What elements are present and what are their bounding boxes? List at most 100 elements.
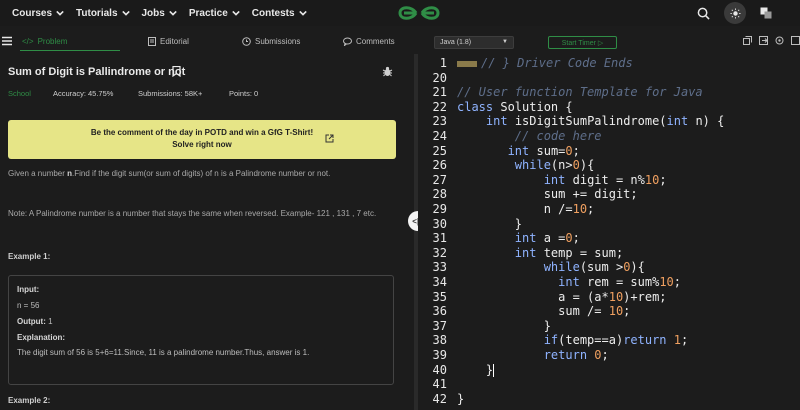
code-text: a = (a*10)+rem; xyxy=(457,289,667,304)
line-number: 1 xyxy=(439,56,447,70)
code-line[interactable]: 20 xyxy=(418,71,800,86)
code-line[interactable]: 31 int a =0; xyxy=(418,231,800,246)
line-number: 29 xyxy=(432,202,447,216)
code-line[interactable]: 36 sum /= 10; xyxy=(418,304,800,319)
tab-label: Comments xyxy=(356,37,395,46)
code-line[interactable]: 35 a = (a*10)+rem; xyxy=(418,290,800,305)
code-text: while(sum >0){ xyxy=(543,260,645,275)
code-text: // User function Template for Java xyxy=(457,85,703,100)
line-number: 36 xyxy=(432,304,447,319)
code-editor[interactable]: 1 // } Driver Code Ends 20 21 // User functi… xyxy=(418,54,800,410)
code-line[interactable]: 38 if(temp==a)return 1; xyxy=(418,333,800,348)
example-1-heading: Example 1: xyxy=(8,252,51,261)
language-select[interactable]: Java (1.8) ▼ xyxy=(434,36,514,49)
code-line[interactable]: 40 } xyxy=(418,363,800,378)
code-text: } xyxy=(457,362,495,377)
bug-report-icon[interactable] xyxy=(382,66,393,77)
code-line[interactable]: 32 int temp = sum; xyxy=(418,246,800,261)
nav-tutorials[interactable]: Tutorials xyxy=(76,8,130,19)
nav-practice[interactable]: Practice xyxy=(189,8,240,19)
fullscreen-icon[interactable] xyxy=(791,36,800,45)
settings-icon[interactable] xyxy=(775,36,784,45)
code-line[interactable]: 25 int sum=0; xyxy=(418,144,800,159)
code-line[interactable]: 34 int rem = sum%10; xyxy=(418,275,800,290)
translate-icon[interactable] xyxy=(760,7,772,19)
code-line[interactable]: 41 xyxy=(418,377,800,392)
code-line[interactable]: 28 sum += digit; xyxy=(418,187,800,202)
explanation-value: The digit sum of 56 is 5+6=11.Since, 11 … xyxy=(17,348,310,357)
play-icon: ▷ xyxy=(597,40,604,47)
code-text: // code here xyxy=(514,129,602,143)
line-number: 31 xyxy=(432,231,447,246)
output-value: 1 xyxy=(48,317,53,326)
code-line[interactable]: 27 int digit = n%10; xyxy=(418,173,800,188)
code-line[interactable]: 1 // } Driver Code Ends xyxy=(418,56,800,71)
editor-toolbar: Java (1.8) ▼ Start Timer ▷ xyxy=(418,30,800,52)
gfg-logo[interactable] xyxy=(396,2,442,24)
code-line[interactable]: 37 } xyxy=(418,319,800,334)
code-line[interactable]: 29 n /=10; xyxy=(418,202,800,217)
start-timer-button[interactable]: Start Timer ▷ xyxy=(548,36,617,49)
nav-label: Practice xyxy=(188,7,228,19)
nav-label: Contests xyxy=(251,7,295,19)
line-number: 37 xyxy=(432,318,447,333)
difficulty-badge: School xyxy=(8,89,31,98)
code-line[interactable]: 21 // User function Template for Java xyxy=(418,85,800,100)
search-icon[interactable] xyxy=(697,7,710,20)
code-text: int a =0; xyxy=(514,231,580,246)
problem-title: Sum of Digit is Pallindrome or not xyxy=(8,66,186,78)
line-number: 24 xyxy=(432,129,447,143)
potd-banner[interactable]: Be the comment of the day in POTD and wi… xyxy=(8,120,396,159)
code-line[interactable]: 22 class Solution { xyxy=(418,100,800,115)
line-number: 25 xyxy=(432,143,447,158)
tab-problem[interactable]: </> Problem xyxy=(22,37,67,46)
code-text: // } Driver Code Ends xyxy=(457,56,633,70)
chevron-down-icon xyxy=(56,10,64,16)
line-number: 26 xyxy=(432,158,447,173)
line-number: 32 xyxy=(432,245,447,260)
tab-editorial[interactable]: Editorial xyxy=(148,37,189,46)
code-line[interactable]: 33 while(sum >0){ xyxy=(418,260,800,275)
chevron-down-icon xyxy=(298,10,307,16)
nav-jobs[interactable]: Jobs xyxy=(142,8,177,19)
banner-text: Be the comment of the day in POTD and wi… xyxy=(90,128,314,137)
code-line[interactable]: 42} xyxy=(418,392,800,407)
export-icon[interactable] xyxy=(759,36,768,45)
tab-label: Editorial xyxy=(160,37,189,46)
active-tab-indicator xyxy=(20,50,120,51)
example-2-heading: Example 2: xyxy=(8,396,51,405)
example-1-box: Input: n = 56 Output: 1 Explanation: The… xyxy=(8,275,394,385)
line-number: 40 xyxy=(432,362,447,377)
points-stat: Points: 0 xyxy=(229,89,259,98)
nav-right-controls xyxy=(697,0,800,26)
submissions-stat: Submissions: 58K+ xyxy=(138,89,203,98)
tab-submissions[interactable]: Submissions xyxy=(242,37,300,46)
code-text: sum /= 10; xyxy=(457,304,631,319)
code-line[interactable]: 30 } xyxy=(418,217,800,232)
code-line[interactable]: 39 return 0; xyxy=(418,348,800,363)
code-line[interactable]: 26 while(n>0){ xyxy=(418,158,800,173)
input-value: n = 56 xyxy=(17,301,40,310)
code-line[interactable]: 23 int isDigitSumPalindrome(int n) { xyxy=(418,114,800,129)
line-number: 35 xyxy=(432,289,447,304)
timer-label: Start Timer xyxy=(561,40,596,47)
line-number: 28 xyxy=(432,187,447,202)
line-number: 20 xyxy=(432,70,447,85)
nav-contests[interactable]: Contests xyxy=(252,8,307,19)
theme-toggle-button[interactable] xyxy=(724,2,746,24)
tab-comments[interactable]: Comments xyxy=(343,37,395,46)
bookmark-icon[interactable] xyxy=(172,66,181,77)
top-navigation: Courses Tutorials Jobs Practice Contests xyxy=(0,0,800,26)
nav-courses[interactable]: Courses xyxy=(12,8,64,19)
chevron-down-icon xyxy=(231,10,240,16)
code-text: int temp = sum; xyxy=(514,245,624,260)
code-line[interactable]: 24 // code here xyxy=(418,129,800,144)
tab-label: Submissions xyxy=(255,37,301,46)
copy-icon[interactable] xyxy=(743,36,752,45)
line-number: 22 xyxy=(432,99,447,114)
external-link-icon xyxy=(325,134,334,143)
code-text: } xyxy=(457,391,465,406)
line-number: 39 xyxy=(432,348,447,362)
caret-down-icon: ▼ xyxy=(502,39,508,45)
line-number: 34 xyxy=(432,275,447,289)
